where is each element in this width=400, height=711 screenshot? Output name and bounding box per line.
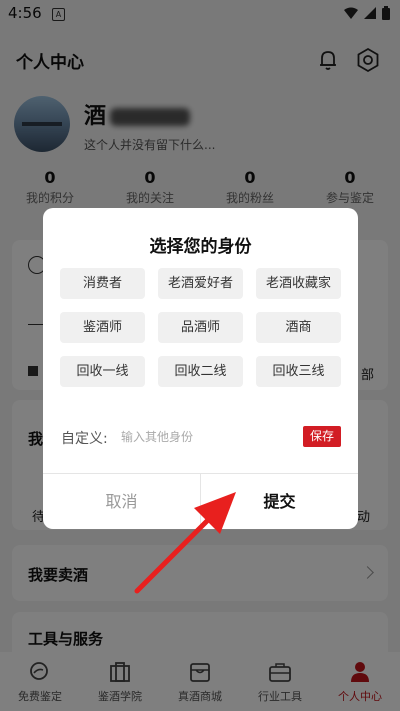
identity-options: 消费者 老酒爱好者 老酒收藏家 鉴酒师 品酒师 酒商 回收一线 回收二线 回收三… bbox=[60, 268, 343, 387]
identity-option[interactable]: 回收二线 bbox=[158, 356, 243, 387]
save-button[interactable]: 保存 bbox=[303, 426, 341, 447]
identity-option[interactable]: 老酒爱好者 bbox=[158, 268, 243, 299]
identity-option[interactable]: 回收一线 bbox=[60, 356, 145, 387]
identity-option[interactable]: 酒商 bbox=[256, 312, 341, 343]
identity-option[interactable]: 回收三线 bbox=[256, 356, 341, 387]
identity-option[interactable]: 消费者 bbox=[60, 268, 145, 299]
custom-identity-input[interactable] bbox=[119, 424, 299, 450]
submit-button[interactable]: 提交 bbox=[201, 474, 358, 529]
dialog-title: 选择您的身份 bbox=[149, 237, 252, 257]
cancel-button[interactable]: 取消 bbox=[43, 474, 200, 529]
identity-option[interactable]: 鉴酒师 bbox=[60, 312, 145, 343]
identity-option[interactable]: 品酒师 bbox=[158, 312, 243, 343]
identity-dialog: 选择您的身份 消费者 老酒爱好者 老酒收藏家 鉴酒师 品酒师 酒商 回收一线 回… bbox=[43, 208, 358, 529]
identity-option[interactable]: 老酒收藏家 bbox=[256, 268, 341, 299]
custom-identity-label: 自定义: bbox=[61, 431, 108, 447]
